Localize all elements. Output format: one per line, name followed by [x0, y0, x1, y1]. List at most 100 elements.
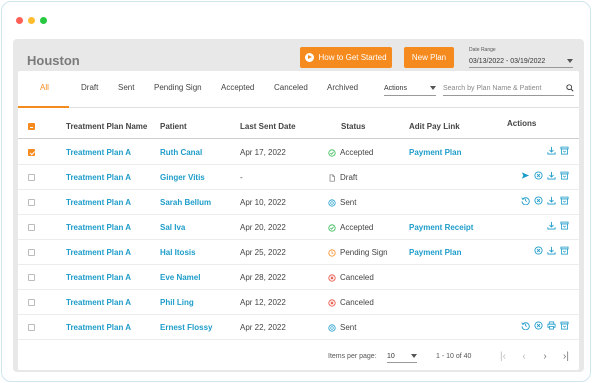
- status-badge: Accepted: [328, 223, 373, 232]
- archive-icon[interactable]: [560, 146, 569, 155]
- chevron-down-icon: [567, 59, 573, 63]
- row-checkbox[interactable]: [28, 224, 35, 231]
- plan-name-link[interactable]: Treatment Plan A: [66, 223, 131, 232]
- row-checkbox[interactable]: [28, 324, 35, 331]
- last-sent-date: Apr 20, 2022: [240, 223, 286, 232]
- download-icon[interactable]: [547, 146, 556, 155]
- plan-name-link[interactable]: Treatment Plan A: [66, 198, 131, 207]
- tab-sent[interactable]: Sent: [118, 83, 134, 92]
- last-page-icon[interactable]: ›|: [559, 349, 573, 363]
- how-to-get-started-label: How to Get Started: [318, 53, 387, 62]
- table-row[interactable]: Treatment Plan A Hal Itosis Apr 25, 2022…: [18, 240, 579, 265]
- table-row[interactable]: Treatment Plan A Sal Iva Apr 20, 2022 Ac…: [18, 215, 579, 240]
- tab-pending-sign[interactable]: Pending Sign: [154, 83, 202, 92]
- date-range-select[interactable]: 03/13/2022 - 03/19/2022: [469, 55, 573, 68]
- plan-name-link[interactable]: Treatment Plan A: [66, 298, 131, 307]
- table-row[interactable]: Treatment Plan A Eve Namel Apr 28, 2022 …: [18, 265, 579, 290]
- history-icon[interactable]: [521, 321, 530, 330]
- header-pay-link[interactable]: Adit Pay Link: [409, 122, 460, 131]
- send-icon[interactable]: [521, 171, 530, 180]
- last-sent-date: Apr 12, 2022: [240, 298, 286, 307]
- cancel-circle-icon[interactable]: [534, 171, 543, 180]
- patient-link[interactable]: Phil Ling: [160, 298, 194, 307]
- history-icon[interactable]: [521, 196, 530, 205]
- patient-link[interactable]: Ruth Canal: [160, 148, 202, 157]
- header-plan-name[interactable]: Treatment Plan Name: [66, 122, 147, 131]
- plan-name-link[interactable]: Treatment Plan A: [66, 173, 131, 182]
- download-icon[interactable]: [547, 221, 556, 230]
- row-checkbox[interactable]: [28, 249, 35, 256]
- row-checkbox[interactable]: [28, 174, 35, 181]
- patient-link[interactable]: Hal Itosis: [160, 248, 196, 257]
- archive-icon[interactable]: [560, 321, 569, 330]
- new-plan-button[interactable]: New Plan: [404, 47, 454, 68]
- last-sent-date: -: [240, 173, 243, 182]
- plan-name-link[interactable]: Treatment Plan A: [66, 323, 131, 332]
- plans-card: All Draft Sent Pending Sign Accepted Can…: [18, 71, 579, 370]
- archive-icon[interactable]: [560, 246, 569, 255]
- header-status[interactable]: Status: [341, 122, 365, 131]
- date-range-label: Date Range: [469, 47, 496, 53]
- bulk-actions-select[interactable]: Actions: [384, 81, 436, 96]
- table-row[interactable]: Treatment Plan A Phil Ling Apr 12, 2022 …: [18, 290, 579, 315]
- cancel-circle-icon[interactable]: [534, 246, 543, 255]
- table-header: Treatment Plan Name Patient Last Sent Da…: [18, 113, 579, 139]
- row-checkbox[interactable]: [28, 199, 35, 206]
- first-page-icon[interactable]: |‹: [496, 349, 510, 363]
- pay-link[interactable]: Payment Plan: [409, 248, 461, 257]
- status-label: Canceled: [340, 273, 374, 282]
- last-sent-date: Apr 25, 2022: [240, 248, 286, 257]
- app-window: Houston How to Get Started New Plan Date…: [1, 1, 591, 382]
- patient-link[interactable]: Sal Iva: [160, 223, 185, 232]
- tab-draft[interactable]: Draft: [81, 83, 98, 92]
- cancel-circle-icon[interactable]: [534, 321, 543, 330]
- next-page-icon[interactable]: ›: [538, 349, 552, 363]
- minimize-window-dot[interactable]: [28, 17, 35, 24]
- print-icon[interactable]: [547, 321, 556, 330]
- patient-link[interactable]: Ernest Flossy: [160, 323, 212, 332]
- row-actions: [534, 246, 569, 255]
- table-row[interactable]: Treatment Plan A Ruth Canal Apr 17, 2022…: [18, 140, 579, 165]
- download-icon[interactable]: [547, 196, 556, 205]
- plan-name-link[interactable]: Treatment Plan A: [66, 273, 131, 282]
- status-label: Draft: [340, 173, 358, 182]
- row-actions: [521, 321, 569, 330]
- patient-link[interactable]: Sarah Bellum: [160, 198, 211, 207]
- patient-link[interactable]: Ginger Vitis: [160, 173, 205, 182]
- search-input[interactable]: Search by Plan Name & Patient: [443, 81, 574, 96]
- tab-all[interactable]: All: [40, 83, 49, 92]
- tab-accepted[interactable]: Accepted: [221, 83, 254, 92]
- tab-canceled[interactable]: Canceled: [274, 83, 308, 92]
- prev-page-icon[interactable]: ‹: [517, 349, 531, 363]
- maximize-window-dot[interactable]: [40, 17, 47, 24]
- archive-icon[interactable]: [560, 196, 569, 205]
- items-per-page-select[interactable]: 10: [387, 350, 417, 363]
- archive-icon[interactable]: [560, 221, 569, 230]
- plan-name-link[interactable]: Treatment Plan A: [66, 148, 131, 157]
- header-patient[interactable]: Patient: [160, 122, 187, 131]
- download-icon[interactable]: [547, 246, 556, 255]
- check-circle-icon: [328, 148, 336, 157]
- x-circle-icon: [328, 273, 336, 282]
- table-row[interactable]: Treatment Plan A Ernest Flossy Apr 22, 2…: [18, 315, 579, 340]
- patient-link[interactable]: Eve Namel: [160, 273, 200, 282]
- close-window-dot[interactable]: [16, 17, 23, 24]
- tab-archived[interactable]: Archived: [327, 83, 358, 92]
- row-checkbox[interactable]: [28, 149, 35, 156]
- table-row[interactable]: Treatment Plan A Sarah Bellum Apr 10, 20…: [18, 190, 579, 215]
- select-all-checkbox[interactable]: [28, 123, 35, 130]
- how-to-get-started-button[interactable]: How to Get Started: [300, 47, 392, 68]
- plan-name-link[interactable]: Treatment Plan A: [66, 248, 131, 257]
- table-row[interactable]: Treatment Plan A Ginger Vitis - Draft: [18, 165, 579, 190]
- status-badge: Sent: [328, 323, 356, 332]
- download-icon[interactable]: [547, 171, 556, 180]
- cancel-circle-icon[interactable]: [534, 196, 543, 205]
- row-checkbox[interactable]: [28, 299, 35, 306]
- status-tabs: All Draft Sent Pending Sign Accepted Can…: [18, 71, 579, 108]
- pay-link[interactable]: Payment Plan: [409, 148, 461, 157]
- row-checkbox[interactable]: [28, 274, 35, 281]
- archive-icon[interactable]: [560, 171, 569, 180]
- header-last-sent[interactable]: Last Sent Date: [240, 122, 296, 131]
- pay-link[interactable]: Payment Receipt: [409, 223, 473, 232]
- chevron-down-icon: [411, 354, 417, 358]
